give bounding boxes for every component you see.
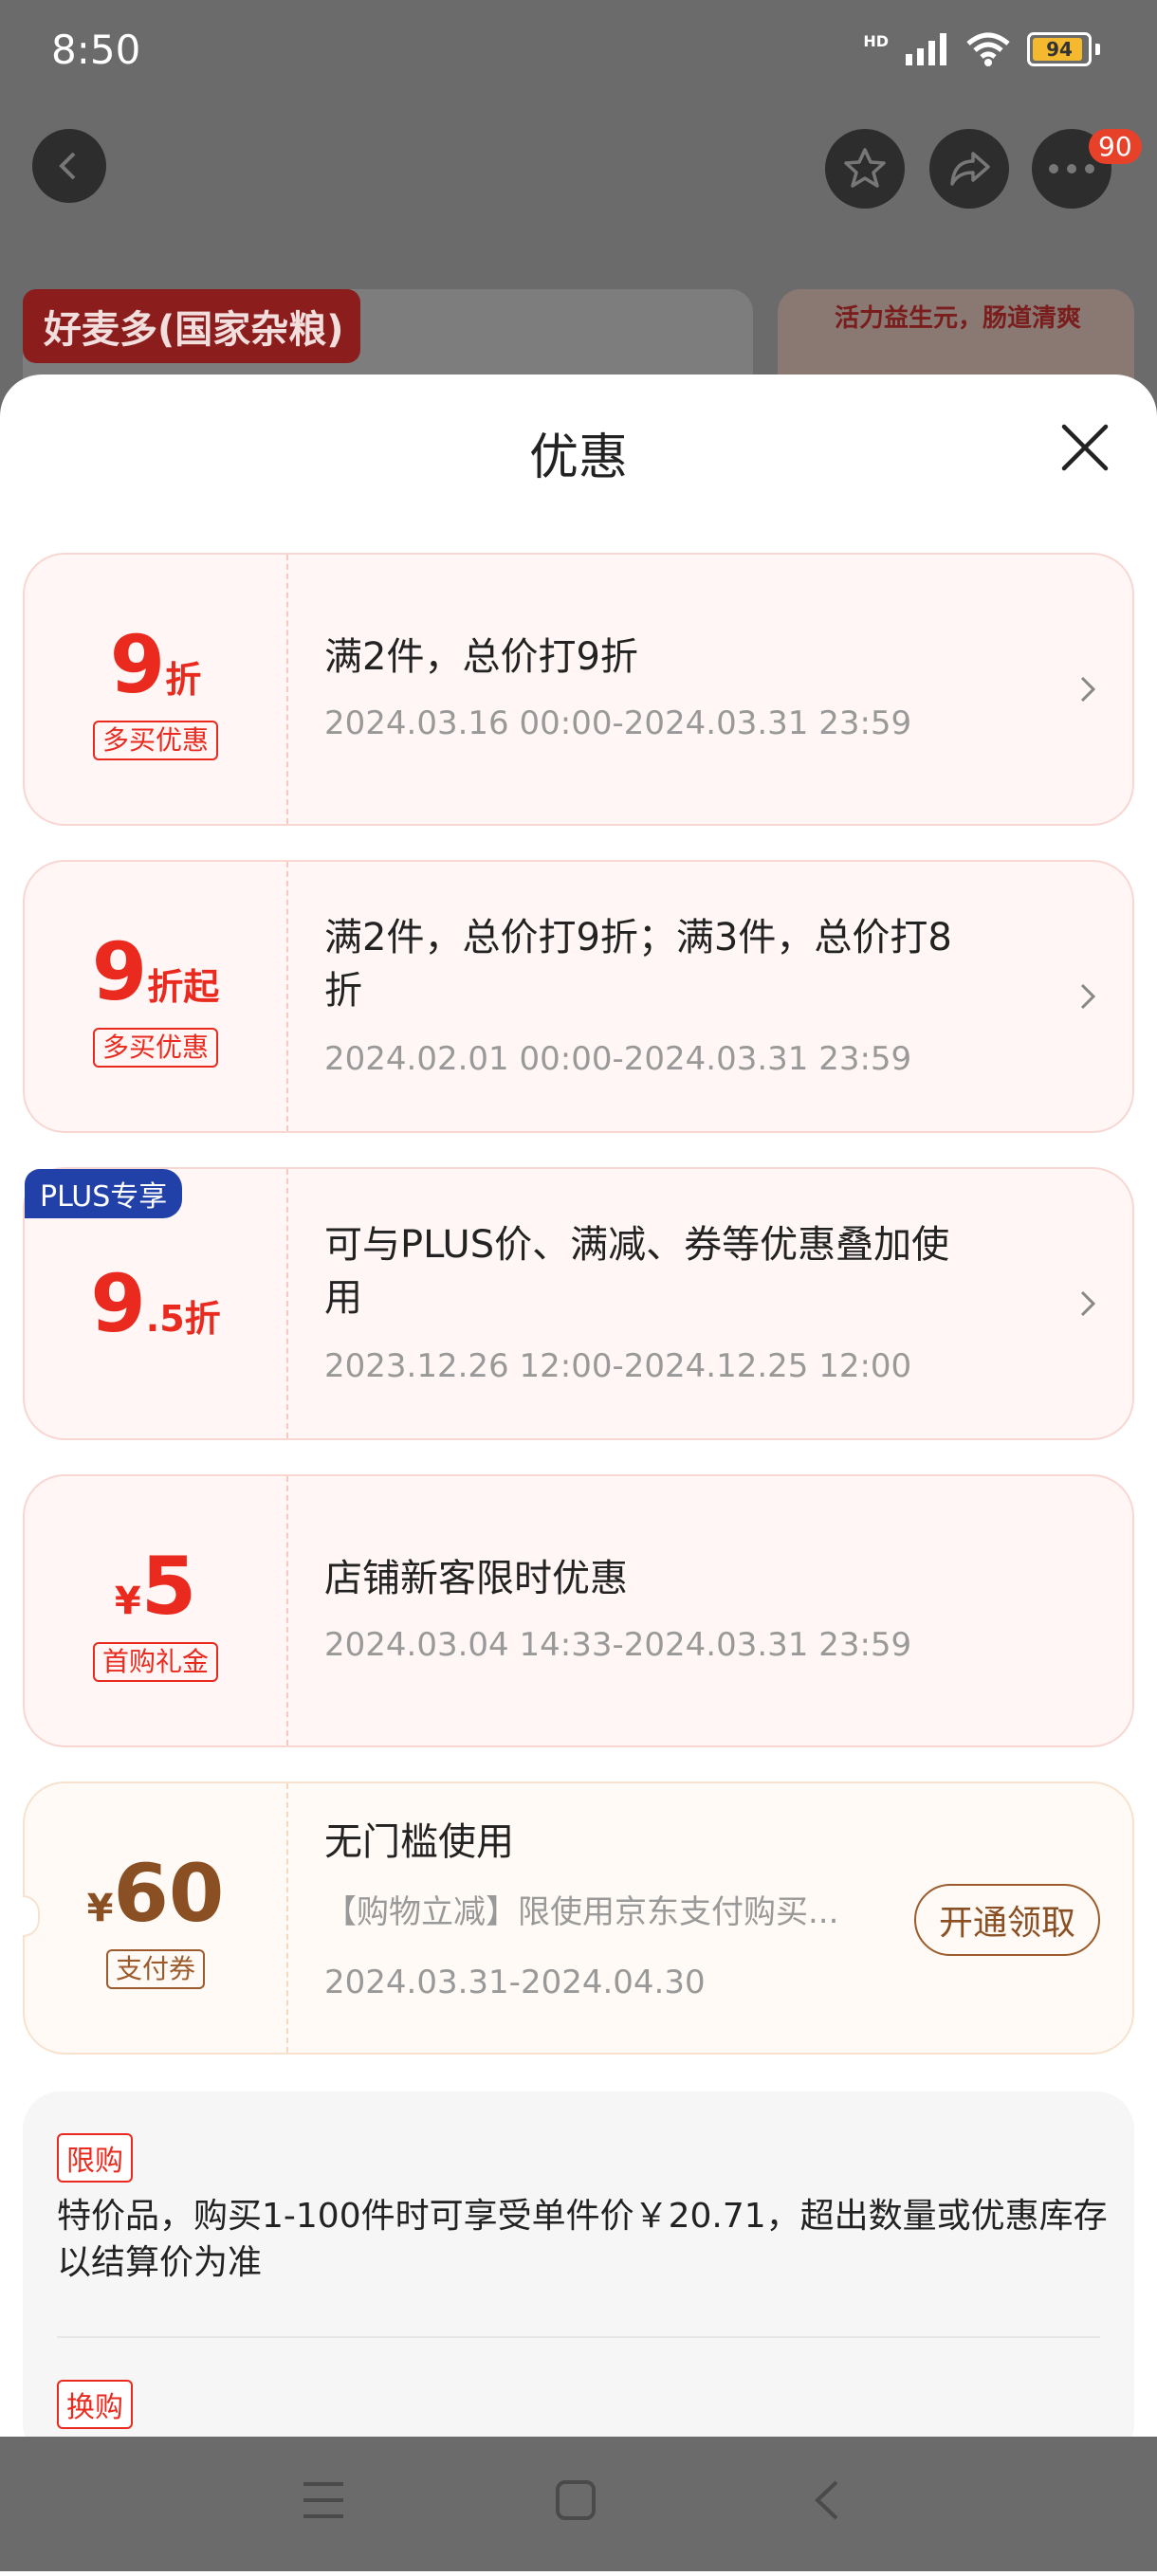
menu-icon[interactable]	[302, 2480, 345, 2520]
coupon-divider	[286, 555, 288, 824]
coupon-date: 2023.12.26 12:00-2024.12.25 12:00	[324, 1347, 912, 1385]
status-icons: HD 94	[863, 32, 1100, 66]
coupon-tag: 多买优惠	[92, 721, 218, 760]
coupon-card[interactable]: 9折 多买优惠 满2件，总价打9折 2024.03.16 00:00-2024.…	[23, 553, 1134, 826]
coupon-desc: 满2件，总价打9折	[324, 635, 638, 679]
coupon-card[interactable]: PLUS专享 9.5折 可与PLUS价、满减、券等优惠叠加使用 2023.12.…	[23, 1167, 1134, 1440]
coupon-desc: 无门槛使用	[324, 1820, 514, 1864]
coupon-tag: 首购礼金	[92, 1642, 218, 1682]
exchange-purchase-tag[interactable]: 换购	[57, 2380, 133, 2429]
coupon-divider	[286, 1169, 288, 1438]
coupon-desc: 满2件，总价打9折；满3件，总价打8折	[324, 916, 952, 1013]
activate-claim-button[interactable]: 开通领取	[913, 1884, 1100, 1956]
coupon-card[interactable]: 9折起 多买优惠 满2件，总价打9折；满3件，总价打8折 2024.02.01 …	[23, 860, 1134, 1133]
back-arrow-icon	[59, 152, 76, 180]
coupon-divider	[286, 1476, 288, 1745]
coupon-tag: 支付券	[105, 1949, 205, 1989]
coupon-divider	[286, 862, 288, 1131]
coupon-unit: 折	[184, 1298, 221, 1340]
back-button[interactable]	[32, 129, 106, 203]
coupon-value-area: 9折 多买优惠	[25, 555, 286, 824]
coupon-desc: 店铺新客限时优惠	[324, 1557, 628, 1600]
chevron-right-icon	[1080, 676, 1096, 703]
battery-icon: 94	[1027, 32, 1092, 66]
share-icon	[950, 152, 990, 186]
coupon-card: ¥60 支付券 无门槛使用 【购物立减】限使用京东支付购买... 2024.03…	[23, 1781, 1134, 2055]
system-nav-bar	[0, 2437, 1157, 2571]
sheet-title: 优惠	[528, 429, 628, 486]
home-icon[interactable]	[554, 2478, 597, 2522]
coupon-currency: ¥	[86, 1887, 114, 1931]
promo-text: 活力益生元，肠道清爽	[835, 304, 1082, 333]
coupon-date: 2024.02.01 00:00-2024.03.31 23:59	[324, 1040, 912, 1078]
coupon-value-area: 9.5折	[25, 1169, 286, 1438]
info-divider	[57, 2336, 1100, 2338]
coupon-tag: 多买优惠	[92, 1028, 218, 1068]
coupon-value: 9	[109, 618, 166, 712]
coupon-date: 2024.03.16 00:00-2024.03.31 23:59	[324, 704, 912, 742]
coupon-value: 5	[140, 1540, 197, 1634]
coupon-unit: 折	[165, 659, 202, 702]
brand-logo: 好麦多(国家杂粮)	[23, 289, 360, 363]
battery-tip	[1095, 44, 1100, 55]
close-icon[interactable]	[1056, 419, 1113, 476]
coupon-value: 9	[90, 1257, 146, 1350]
limit-purchase-tag: 限购	[57, 2133, 133, 2183]
limit-purchase-text: 特价品，购买1-100件时可享受单件价￥20.71，超出数量或优惠库存以结算价为…	[57, 2197, 1108, 2282]
coupon-divider	[286, 1783, 288, 2053]
coupon-value: 60	[113, 1847, 225, 1941]
status-time: 8:50	[51, 27, 141, 73]
chevron-right-icon	[1080, 1290, 1096, 1317]
coupon-currency: ¥	[114, 1580, 141, 1624]
coupon-date: 2024.03.04 14:33-2024.03.31 23:59	[324, 1626, 912, 1664]
wifi-icon	[966, 32, 1010, 66]
share-button[interactable]	[929, 129, 1009, 209]
star-icon	[844, 148, 886, 188]
signal-icon	[906, 33, 946, 65]
coupon-value-area: ¥60 支付券	[25, 1783, 286, 2053]
coupon-value: 9	[91, 925, 148, 1019]
coupon-card[interactable]: ¥5 首购礼金 店铺新客限时优惠 2024.03.04 14:33-2024.0…	[23, 1474, 1134, 1747]
message-count-badge: 90	[1089, 129, 1142, 164]
favorite-button[interactable]	[825, 129, 905, 209]
battery-level: 94	[1046, 38, 1073, 61]
chevron-right-icon	[1080, 983, 1096, 1010]
coupon-value-area: 9折起 多买优惠	[25, 862, 286, 1131]
info-panel: 限购 特价品，购买1-100件时可享受单件价￥20.71，超出数量或优惠库存以结…	[23, 2092, 1134, 2461]
coupon-value-area: ¥5 首购礼金	[25, 1476, 286, 1745]
status-bar: 8:50 HD 94	[0, 0, 1157, 104]
more-icon	[1049, 164, 1094, 174]
coupon-value-decimal: .5	[145, 1298, 185, 1340]
hd-label: HD	[863, 32, 889, 50]
coupon-unit: 折起	[147, 966, 220, 1009]
coupon-desc: 可与PLUS价、满减、券等优惠叠加使用	[324, 1223, 950, 1320]
back-nav-icon[interactable]	[812, 2478, 840, 2522]
coupon-date: 2024.03.31-2024.04.30	[324, 1964, 706, 2001]
coupon-subdesc: 【购物立减】限使用京东支付购买...	[324, 1893, 839, 1931]
